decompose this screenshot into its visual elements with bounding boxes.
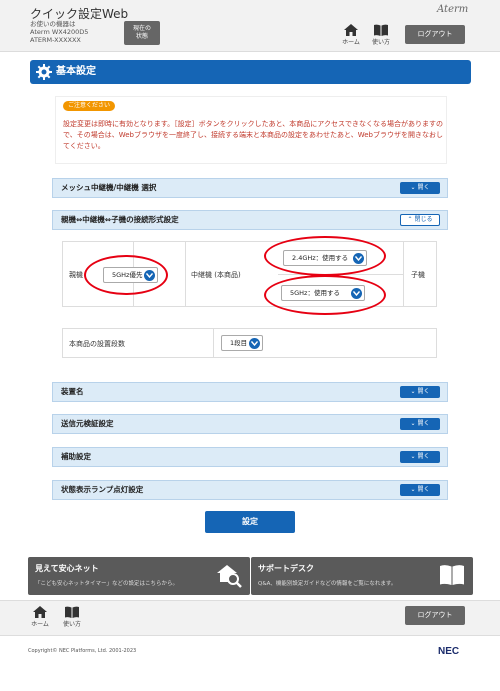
copyright: Copyright© NEC Platforms, Ltd. 2001-2023 (28, 648, 137, 654)
open-button-label: 開く (417, 420, 430, 427)
open-button-label: 開く (417, 486, 430, 493)
accordion-sender-check[interactable]: 送信元検証設定 ⌄ 開く (52, 414, 448, 434)
device-info-ssid: ATERM-XXXXXX (30, 36, 81, 44)
accordion-connection[interactable]: 親機⇔中継機⇔子機の接続形式設定 ⌃ 閉じる (52, 210, 448, 230)
support-desk-desc: Q&A、機能別設定ガイドなどの情報をご覧になれます。 (258, 581, 397, 587)
support-desk-title: サポートデスク (258, 564, 314, 573)
safe-net-desc: 「こども安心ネットタイマー」などの設定はこちらから。 (35, 581, 179, 587)
open-button[interactable]: ⌄ 開く (400, 484, 440, 496)
apply-button[interactable]: 設定 (205, 511, 295, 533)
book-icon (374, 24, 388, 36)
highlight-ring (264, 236, 386, 276)
open-button-label: 開く (417, 184, 430, 191)
accordion-device-name-label: 装置名 (61, 387, 84, 396)
section-title: 基本設定 (56, 66, 96, 77)
bottom-nav: ホーム 使い方 ログアウト (0, 600, 500, 636)
book-icon (440, 565, 464, 585)
home-label: ホーム (342, 39, 360, 46)
footer-home-button[interactable]: ホーム (28, 606, 52, 628)
notice-text: 設定変更は即時に有効となります。［設定］ボタンをクリックしたあと、本商品にアクセ… (63, 120, 443, 150)
close-button[interactable]: ⌃ 閉じる (400, 214, 440, 226)
highlight-ring (264, 275, 386, 315)
accordion-lamp-label: 状態表示ランプ点灯設定 (61, 485, 144, 494)
device-info-model: Aterm WX4200D5 (30, 28, 89, 36)
manual-nav-button[interactable]: 使い方 (369, 24, 393, 46)
device-info: お使いの機器は Aterm WX4200D5 ATERM-XXXXXX (30, 20, 88, 44)
footer-manual-label: 使い方 (62, 621, 81, 628)
manual-label: 使い方 (371, 39, 390, 46)
accordion-aux[interactable]: 補助設定 ⌄ 開く (52, 447, 448, 467)
table-divider (403, 242, 404, 306)
install-stage-label: 本商品の設置段数 (69, 340, 125, 348)
current-status-button[interactable]: 現在の 状態 (124, 21, 160, 45)
home-icon (344, 24, 358, 36)
open-button[interactable]: ⌄ 開く (400, 451, 440, 463)
relay-label: 中継機 (本商品) (191, 271, 241, 279)
device-info-line: お使いの機器は (30, 20, 76, 28)
install-stage-row: 本商品の設置段数 1段目 (62, 328, 437, 358)
notice-box: ご注意ください 設定変更は即時に有効となります。［設定］ボタンをクリックしたあと… (55, 96, 447, 164)
nec-logo: NEC (438, 646, 460, 657)
open-button[interactable]: ⌄ 開く (400, 386, 440, 398)
section-title-bar: 基本設定 (30, 60, 471, 84)
open-button[interactable]: ⌄ 開く (400, 182, 440, 194)
chevron-down-icon (249, 338, 260, 349)
footer-home-label: ホーム (31, 621, 49, 628)
current-status-label-2: 状態 (135, 33, 148, 40)
accordion-lamp[interactable]: 状態表示ランプ点灯設定 ⌄ 開く (52, 480, 448, 500)
child-label: 子機 (411, 271, 425, 279)
open-button[interactable]: ⌄ 開く (400, 418, 440, 430)
parent-label: 親機 (69, 271, 83, 279)
footer-manual-button[interactable]: 使い方 (60, 606, 84, 628)
highlight-ring (84, 255, 168, 295)
table-divider (185, 242, 186, 306)
aterm-logo: Aterm (437, 4, 469, 15)
top-header: クイック設定Web お使いの機器は Aterm WX4200D5 ATERM-X… (0, 0, 500, 52)
accordion-aux-label: 補助設定 (61, 452, 91, 461)
install-stage-value: 1段目 (230, 339, 248, 347)
install-stage-select[interactable]: 1段目 (221, 335, 263, 351)
logout-button[interactable]: ログアウト (405, 25, 465, 44)
book-icon (65, 606, 79, 618)
home-search-icon (217, 565, 242, 588)
safe-net-title: 見えて安心ネット (35, 564, 99, 573)
accordion-device-name[interactable]: 装置名 ⌄ 開く (52, 382, 448, 402)
safe-net-banner[interactable]: 見えて安心ネット 「こども安心ネットタイマー」などの設定はこちらから。 (28, 557, 250, 595)
close-button-label: 閉じる (414, 216, 433, 223)
table-divider (213, 329, 214, 357)
footer-logout-button[interactable]: ログアウト (405, 606, 465, 625)
accordion-sender-check-label: 送信元検証設定 (61, 419, 114, 428)
accordion-mesh-label: メッシュ中継機/中継機 選択 (61, 183, 157, 192)
accordion-mesh[interactable]: メッシュ中継機/中継機 選択 ⌄ 開く (52, 178, 448, 198)
open-button-label: 開く (417, 453, 430, 460)
home-nav-button[interactable]: ホーム (339, 24, 363, 46)
notice-badge: ご注意ください (63, 101, 116, 111)
notice-badge-label: ご注意ください (68, 102, 111, 109)
home-icon (33, 606, 47, 618)
accordion-connection-label: 親機⇔中継機⇔子機の接続形式設定 (61, 215, 179, 224)
current-status-label-1: 現在の (132, 25, 151, 32)
open-button-label: 開く (417, 388, 430, 395)
support-desk-banner[interactable]: サポートデスク Q&A、機能別設定ガイドなどの情報をご覧になれます。 (251, 557, 473, 595)
gear-icon (36, 64, 52, 80)
